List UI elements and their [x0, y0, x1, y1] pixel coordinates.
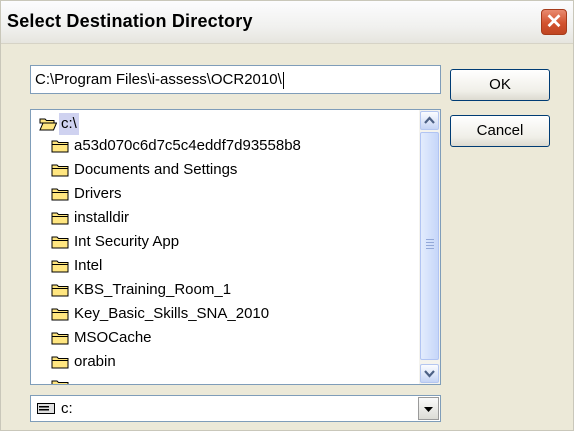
list-item-partial[interactable] [31, 375, 411, 384]
list-item[interactable]: Documents and Settings [31, 159, 411, 181]
folder-icon [51, 356, 69, 369]
folder-icon [51, 332, 69, 345]
dropdown-arrow-icon [424, 407, 433, 412]
folder-icon [51, 308, 69, 321]
list-item-label: a53d070c6d7c5c4eddf7d93558b8 [74, 137, 301, 154]
path-input-text: C:\Program Files\i-assess\OCR2010\ [35, 71, 282, 88]
list-item-label: Drivers [74, 185, 122, 202]
scrollbar-thumb[interactable] [420, 132, 439, 360]
scroll-up-button[interactable] [420, 111, 439, 130]
drive-select[interactable]: c: [30, 395, 441, 422]
list-item-label: c:\ [59, 113, 79, 135]
list-item-label: Intel [74, 257, 103, 274]
chevron-up-icon [424, 116, 435, 124]
folder-icon [51, 140, 69, 153]
drive-icon [37, 403, 55, 414]
folder-icon [51, 260, 69, 273]
close-icon: ✕ [545, 11, 563, 33]
text-caret [282, 71, 284, 89]
folder-icon [51, 212, 69, 225]
list-item[interactable]: orabin [31, 351, 411, 373]
list-item[interactable]: KBS_Training_Room_1 [31, 279, 411, 301]
folder-icon [51, 380, 69, 384]
drive-dropdown-button[interactable] [418, 397, 439, 420]
list-item[interactable]: Intel [31, 255, 411, 277]
directory-listbox[interactable]: c:\ a53d070c6d7c5c4eddf7d93558b8 Documents… [30, 109, 441, 385]
thumb-grip-line [426, 239, 434, 240]
list-item[interactable]: Int Security App [31, 231, 411, 253]
list-item-root[interactable]: c:\ [31, 113, 411, 135]
select-destination-dialog: Select Destination Directory ✕ C:\Progra… [0, 0, 574, 431]
list-item-label: MSOCache [74, 329, 152, 346]
list-item-label: Documents and Settings [74, 161, 238, 178]
cancel-button[interactable]: Cancel [450, 115, 550, 147]
scroll-down-button[interactable] [420, 364, 439, 383]
open-folder-icon [39, 118, 57, 131]
dialog-title: Select Destination Directory [7, 11, 253, 31]
list-item[interactable]: installdir [31, 207, 411, 229]
folder-icon [51, 236, 69, 249]
thumb-grip-line [426, 248, 434, 249]
thumb-grip-line [426, 242, 434, 243]
folder-icon [51, 164, 69, 177]
list-item-label: installdir [74, 209, 130, 226]
drive-select-value: c: [61, 400, 73, 417]
title-bar[interactable]: Select Destination Directory ✕ [1, 1, 573, 44]
chevron-down-icon [424, 370, 435, 378]
thumb-grip-line [426, 245, 434, 246]
list-item[interactable]: Key_Basic_Skills_SNA_2010 [31, 303, 411, 325]
folder-icon [51, 188, 69, 201]
path-input[interactable]: C:\Program Files\i-assess\OCR2010\ [30, 65, 441, 94]
close-button[interactable]: ✕ [541, 9, 567, 35]
list-item-label: Int Security App [74, 233, 180, 250]
vertical-scrollbar[interactable] [419, 110, 440, 384]
list-item[interactable]: a53d070c6d7c5c4eddf7d93558b8 [31, 135, 411, 157]
list-item[interactable]: MSOCache [31, 327, 411, 349]
list-item[interactable]: Drivers [31, 183, 411, 205]
list-item-label: orabin [74, 353, 116, 370]
list-item-label: Key_Basic_Skills_SNA_2010 [74, 305, 270, 322]
list-item-label: KBS_Training_Room_1 [74, 281, 232, 298]
ok-button[interactable]: OK [450, 69, 550, 101]
folder-icon [51, 284, 69, 297]
